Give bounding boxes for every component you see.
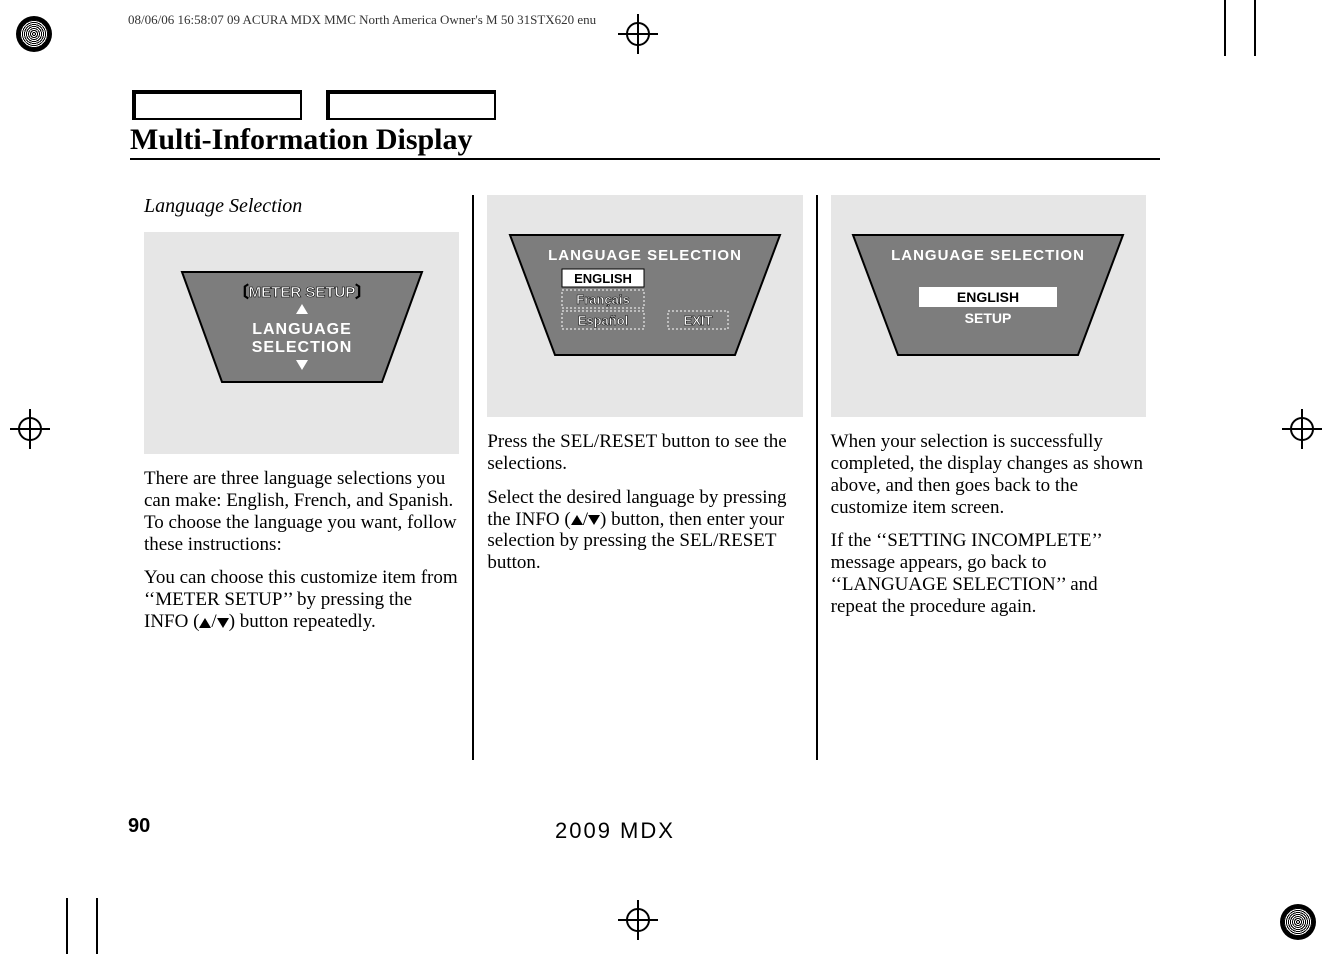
index-tab	[132, 90, 302, 120]
trim-bar-bottom-left-2	[96, 898, 98, 954]
screen-line3: SELECTION	[251, 339, 352, 356]
column-divider	[472, 195, 474, 760]
crosshair-right	[1282, 409, 1322, 449]
screen-english: ENGLISH	[957, 289, 1019, 305]
column-2: LANGUAGE SELECTION ENGLISH Français Espa…	[473, 195, 816, 645]
crosshair-bottom	[618, 900, 658, 940]
col3-paragraph-1: When your selection is successfully comp…	[831, 431, 1146, 518]
triangle-down-icon	[588, 515, 600, 525]
column-divider	[816, 195, 818, 760]
page-title: Multi-Information Display	[130, 123, 473, 157]
header-stamp: 08/06/06 16:58:07 09 ACURA MDX MMC North…	[128, 12, 596, 28]
col1-paragraph-2: You can choose this customize item from …	[144, 567, 459, 633]
trim-bar-top-right-2	[1254, 0, 1256, 56]
screen-line1: 〔METER SETUP〕	[233, 283, 370, 301]
crosshair-left	[10, 409, 50, 449]
index-tab	[326, 90, 496, 120]
index-tabs	[132, 90, 516, 125]
screen-title: LANGUAGE SELECTION	[891, 247, 1085, 264]
figure-language-options: LANGUAGE SELECTION ENGLISH Français Espa…	[487, 195, 802, 417]
footer-model: 2009 MDX	[555, 818, 675, 844]
triangle-up-icon	[199, 618, 211, 628]
display-english-setup: LANGUAGE SELECTION ENGLISH SETUP	[843, 225, 1133, 385]
figure-meter-setup: 〔METER SETUP〕 LANGUAGE SELECTION	[144, 232, 459, 454]
registration-mark-bottom-right	[1280, 904, 1316, 940]
col3-paragraph-2: If the ‘‘SETTING INCOMPLETE’’ message ap…	[831, 530, 1146, 617]
column-3: LANGUAGE SELECTION ENGLISH SETUP When yo…	[817, 195, 1160, 645]
display-meter-setup: 〔METER SETUP〕 LANGUAGE SELECTION	[172, 262, 432, 412]
figure-english-setup: LANGUAGE SELECTION ENGLISH SETUP	[831, 195, 1146, 417]
section-subtitle: Language Selection	[144, 195, 459, 218]
col2-paragraph-1: Press the SEL/RESET button to see the se…	[487, 431, 802, 475]
column-1: Language Selection 〔METER SETUP〕 LANGUAG…	[130, 195, 473, 645]
title-rule	[130, 158, 1160, 160]
registration-mark-top-left	[16, 16, 52, 52]
option-exit: EXIT	[684, 313, 713, 328]
trim-bar-bottom-left-1	[66, 898, 68, 954]
option-espanol: Español	[578, 313, 629, 328]
trim-bar-top-right-1	[1224, 0, 1226, 56]
crosshair-top	[618, 14, 658, 54]
triangle-down-icon	[217, 618, 229, 628]
page-number: 90	[128, 815, 150, 838]
option-francais: Français	[576, 292, 629, 307]
triangle-up-icon	[571, 515, 583, 525]
screen-setup: SETUP	[965, 310, 1012, 326]
option-english: ENGLISH	[574, 271, 632, 286]
screen-title: LANGUAGE SELECTION	[548, 247, 742, 264]
display-language-options: LANGUAGE SELECTION ENGLISH Français Espa…	[500, 225, 790, 385]
screen-line2: LANGUAGE	[252, 321, 352, 338]
col2-paragraph-2: Select the desired language by pressing …	[487, 487, 802, 574]
col1-paragraph-1: There are three language selections you …	[144, 468, 459, 555]
